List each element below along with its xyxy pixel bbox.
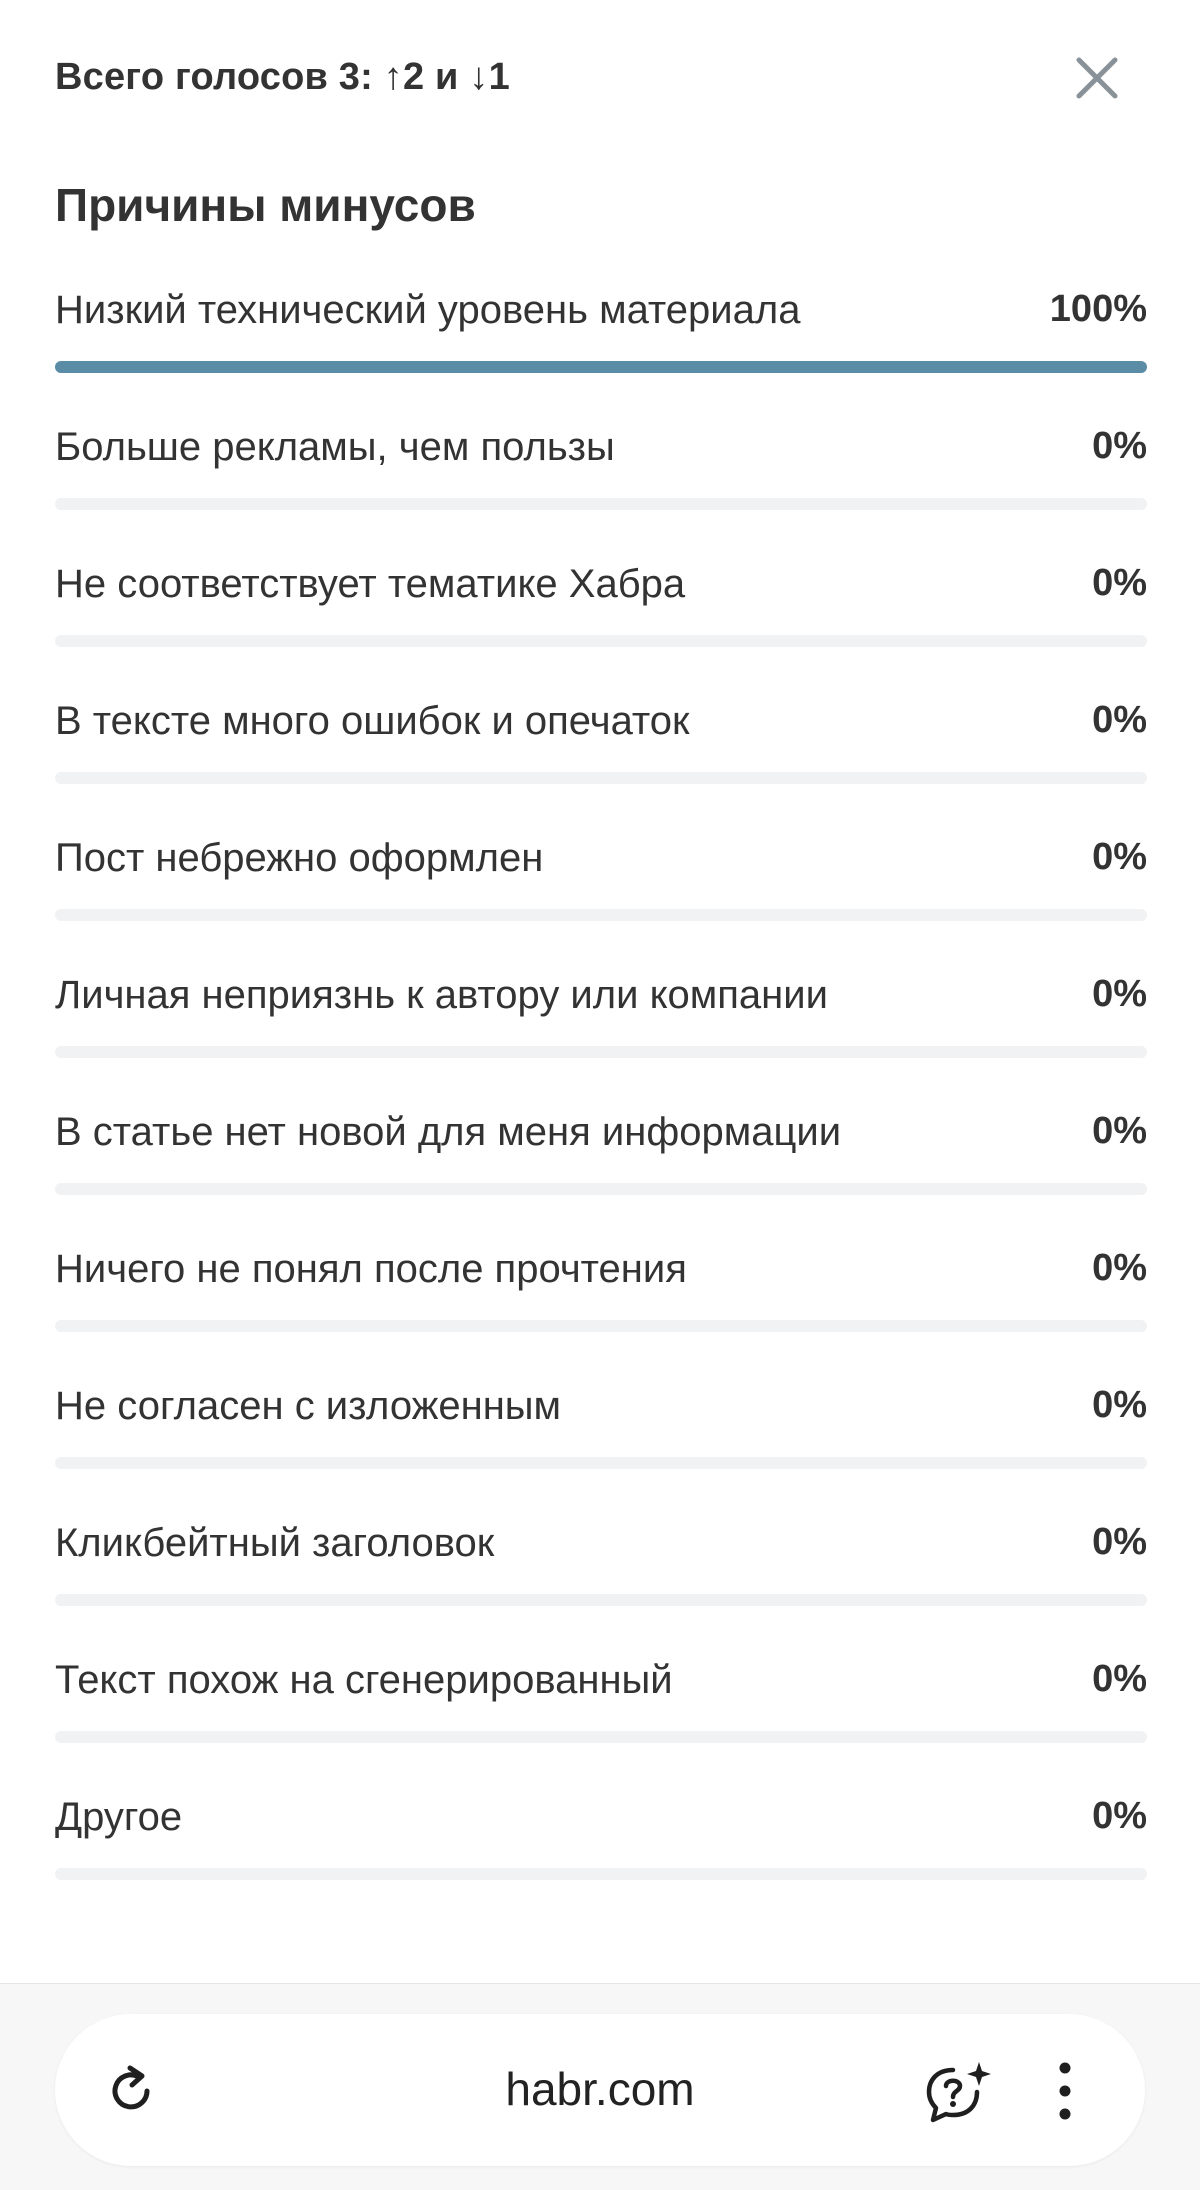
reason-percent: 0% xyxy=(1092,1110,1147,1152)
reason-row: Кликбейтный заголовок 0% xyxy=(55,1513,1147,1650)
reason-percent: 0% xyxy=(1092,425,1147,467)
reason-percent: 0% xyxy=(1092,562,1147,604)
reason-row: Другое 0% xyxy=(55,1787,1147,1924)
reason-percent: 0% xyxy=(1092,973,1147,1015)
reason-percent: 0% xyxy=(1092,1795,1147,1837)
reason-percent: 0% xyxy=(1092,1384,1147,1426)
reason-progress-track xyxy=(55,361,1147,373)
reason-percent: 0% xyxy=(1092,1521,1147,1563)
reason-row: В тексте много ошибок и опечаток 0% xyxy=(55,691,1147,828)
reason-progress-track xyxy=(55,1594,1147,1606)
reason-progress-track xyxy=(55,1046,1147,1058)
reason-label: Кликбейтный заголовок xyxy=(55,1521,495,1565)
reason-label: Личная неприязнь к автору или компании xyxy=(55,973,828,1017)
reason-row: Не соответствует тематике Хабра 0% xyxy=(55,554,1147,691)
reason-label: Текст похож на сгенерированный xyxy=(55,1658,673,1702)
reason-label: Низкий технический уровень материала xyxy=(55,288,801,332)
more-vertical-icon xyxy=(1059,2062,1071,2120)
reason-percent: 100% xyxy=(1049,288,1147,330)
reason-row: Личная неприязнь к автору или компании 0% xyxy=(55,965,1147,1102)
menu-button[interactable] xyxy=(1055,2058,1075,2124)
reason-label: Не согласен с изложенным xyxy=(55,1384,562,1428)
address-bar[interactable]: habr.com xyxy=(55,2014,1145,2166)
reason-row: Больше рекламы, чем пользы 0% xyxy=(55,417,1147,554)
reason-progress-track xyxy=(55,1731,1147,1743)
reason-label: В статье нет новой для меня информации xyxy=(55,1110,842,1154)
reason-label: Ничего не понял после прочтения xyxy=(55,1247,687,1291)
reason-progress-track xyxy=(55,498,1147,510)
reason-row: В статье нет новой для меня информации 0% xyxy=(55,1102,1147,1239)
reason-row: Текст похож на сгенерированный 0% xyxy=(55,1650,1147,1787)
reason-label: Пост небрежно оформлен xyxy=(55,836,544,880)
reason-percent: 0% xyxy=(1092,1247,1147,1289)
reason-percent: 0% xyxy=(1092,836,1147,878)
reason-row: Пост небрежно оформлен 0% xyxy=(55,828,1147,965)
assistant-button[interactable] xyxy=(923,2058,995,2126)
reason-progress-track xyxy=(55,909,1147,921)
reason-label: В тексте много ошибок и опечаток xyxy=(55,699,690,743)
votes-dialog: Всего голосов 3: ↑2 и ↓1 Причины минусов… xyxy=(0,0,1200,2190)
reason-row: Не согласен с изложенным 0% xyxy=(55,1376,1147,1513)
reason-progress-fill xyxy=(55,361,1147,373)
reason-label: Больше рекламы, чем пользы xyxy=(55,425,615,469)
reason-label: Не соответствует тематике Хабра xyxy=(55,562,686,606)
dialog-header: Всего голосов 3: ↑2 и ↓1 xyxy=(55,50,1145,110)
reason-progress-track xyxy=(55,1320,1147,1332)
close-button[interactable] xyxy=(1069,50,1125,106)
reason-progress-track xyxy=(55,1183,1147,1195)
reason-percent: 0% xyxy=(1092,699,1147,741)
section-title: Причины минусов xyxy=(55,179,476,231)
reason-label: Другое xyxy=(55,1795,183,1839)
reasons-list: Низкий технический уровень материала 100%… xyxy=(55,280,1147,1924)
reason-row: Ничего не понял после прочтения 0% xyxy=(55,1239,1147,1376)
reason-progress-track xyxy=(55,772,1147,784)
chat-question-sparkle-icon xyxy=(926,2062,991,2123)
browser-bottom-bar: habr.com xyxy=(0,1983,1200,2190)
close-icon xyxy=(1076,57,1118,99)
reason-progress-track xyxy=(55,1868,1147,1880)
reason-row: Низкий технический уровень материала 100% xyxy=(55,280,1147,417)
reason-percent: 0% xyxy=(1092,1658,1147,1700)
reason-progress-track xyxy=(55,635,1147,647)
votes-total: Всего голосов 3: ↑2 и ↓1 xyxy=(55,56,510,98)
reason-progress-track xyxy=(55,1457,1147,1469)
